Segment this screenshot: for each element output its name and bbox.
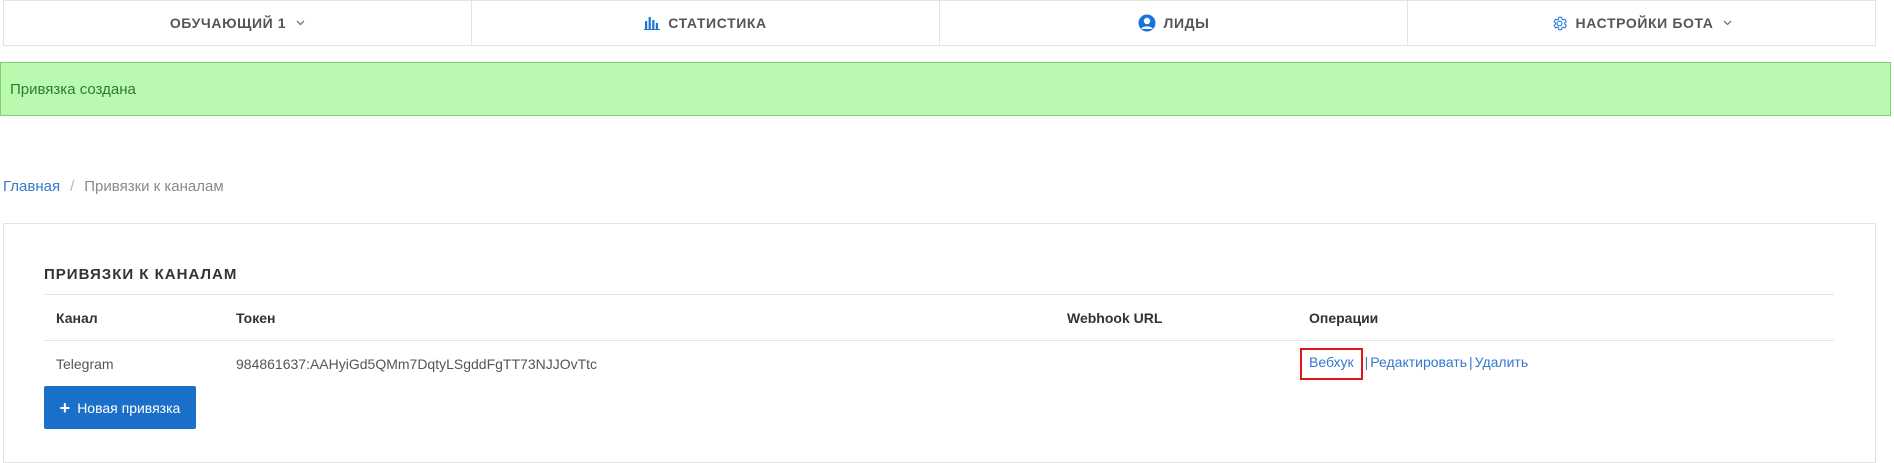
success-alert: Привязка создана (0, 62, 1891, 116)
column-header-token: Токен (236, 309, 276, 326)
nav-statistics-label: СТАТИСТИКА (668, 15, 767, 31)
table-row: Telegram 984861637:AAHyiGd5QMm7DqtyLSgdd… (44, 341, 1834, 387)
column-header-channel: Канал (56, 309, 98, 326)
nav-statistics[interactable]: СТАТИСТИКА (472, 1, 940, 45)
alert-text: Привязка создана (10, 80, 136, 98)
breadcrumb-separator: / (70, 178, 75, 195)
column-header-operations: Операции (1309, 309, 1379, 326)
cell-token: 984861637:AAHyiGd5QMm7DqtyLSgddFgTT73NJJ… (236, 356, 598, 372)
webhook-highlight-box: Вебхук (1300, 348, 1363, 380)
ops-separator: | (1469, 354, 1473, 370)
cell-channel: Telegram (56, 356, 114, 372)
top-navigation: ОБУЧАЮЩИЙ 1 СТАТИСТИКА ЛИДЫ НАСТРОЙКИ БО… (3, 0, 1876, 46)
edit-link[interactable]: Редактировать (1370, 354, 1467, 370)
bar-chart-icon (644, 16, 661, 30)
breadcrumb: Главная / Привязки к каналам (3, 178, 224, 195)
chevron-down-icon (296, 20, 305, 26)
plus-icon: + (59, 397, 71, 418)
nav-bot-selector[interactable]: ОБУЧАЮЩИЙ 1 (4, 1, 472, 45)
ops-separator: | (1364, 354, 1369, 370)
breadcrumb-home-link[interactable]: Главная (3, 178, 60, 195)
column-header-webhook-url: Webhook URL (1067, 309, 1163, 326)
gear-icon (1551, 15, 1568, 32)
channel-bindings-panel: ПРИВЯЗКИ К КАНАЛАМ Канал Токен Webhook U… (3, 223, 1876, 463)
panel-title: ПРИВЯЗКИ К КАНАЛАМ (44, 266, 238, 283)
bindings-table: Канал Токен Webhook URL Операции Telegra… (44, 294, 1834, 387)
nav-bot-settings[interactable]: НАСТРОЙКИ БОТА (1408, 1, 1875, 45)
chevron-down-icon (1723, 20, 1732, 26)
new-binding-label: Новая привязка (77, 399, 181, 416)
nav-leads[interactable]: ЛИДЫ (940, 1, 1408, 45)
table-header-row: Канал Токен Webhook URL Операции (44, 295, 1834, 341)
webhook-link[interactable]: Вебхук (1309, 354, 1354, 370)
delete-link[interactable]: Удалить (1475, 354, 1528, 370)
cell-operations: Вебхук | Редактировать | Удалить (1297, 348, 1834, 380)
nav-bot-label: ОБУЧАЮЩИЙ 1 (169, 15, 287, 31)
new-binding-button[interactable]: + Новая привязка (44, 386, 196, 429)
user-icon (1138, 14, 1156, 32)
nav-leads-label: ЛИДЫ (1163, 15, 1210, 31)
breadcrumb-current: Привязки к каналам (84, 178, 224, 195)
nav-bot-settings-label: НАСТРОЙКИ БОТА (1575, 15, 1714, 31)
